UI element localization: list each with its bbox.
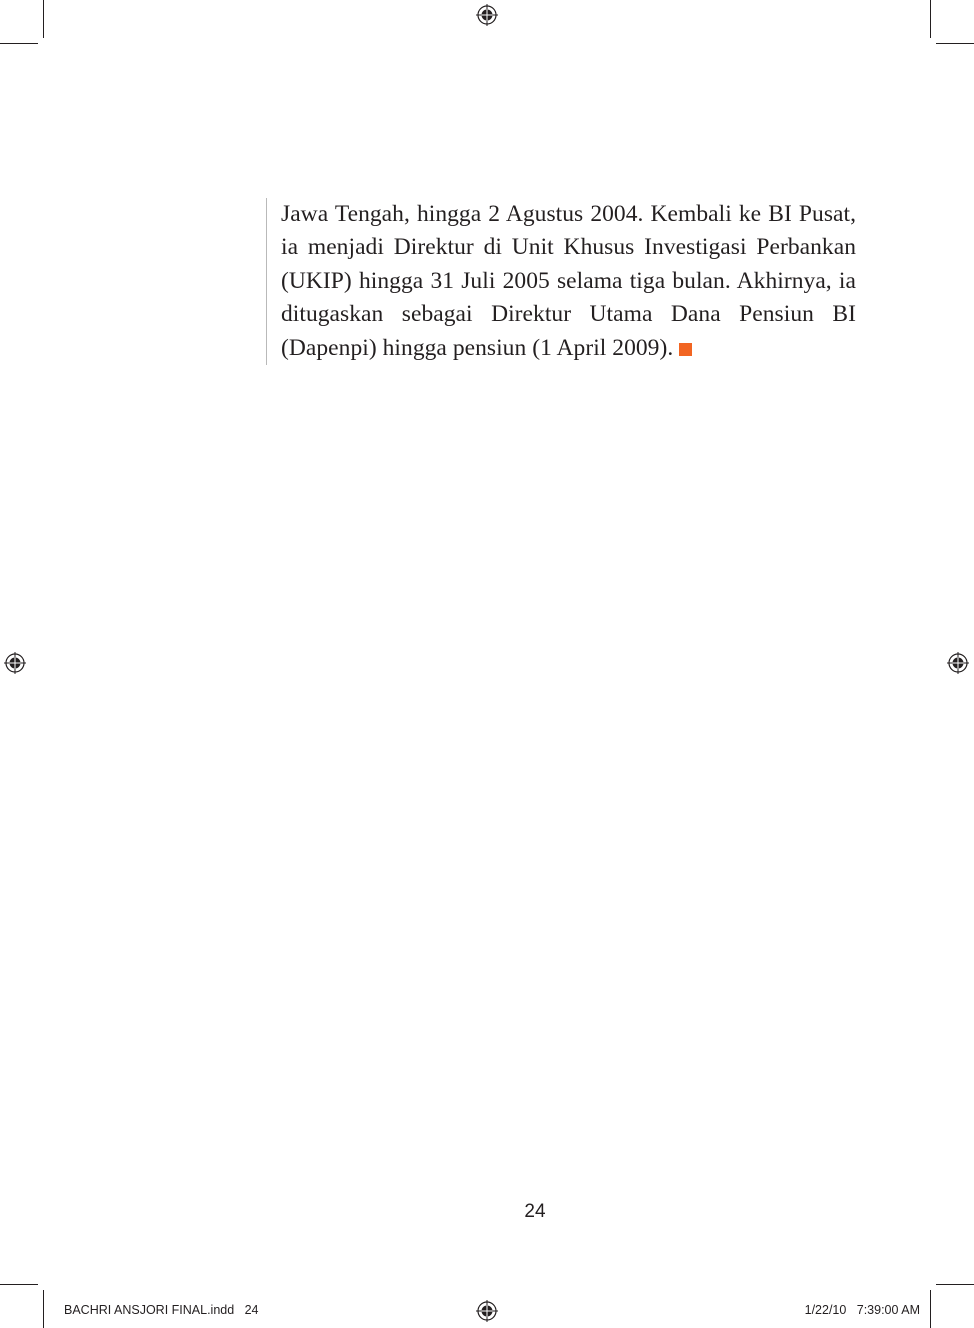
- crop-mark-top-right-horizontal: [936, 43, 974, 44]
- page-number: 24: [524, 1201, 546, 1222]
- crop-mark-top-left-horizontal: [0, 43, 38, 44]
- slug-date-time: 1/22/10 7:39:00 AM: [804, 1303, 920, 1317]
- paragraph-text: Jawa Tengah, hingga 2 Agustus 2004. Kemb…: [281, 201, 856, 361]
- registration-target-icon: [4, 652, 26, 674]
- crop-mark-bottom-right-vertical: [930, 1290, 931, 1328]
- registration-target-icon: [947, 652, 969, 674]
- orange-square-icon: [679, 342, 693, 356]
- crop-mark-bottom-left-horizontal: [0, 1284, 38, 1285]
- crop-mark-top-right-vertical: [930, 0, 931, 38]
- body-paragraph: Jawa Tengah, hingga 2 Agustus 2004. Kemb…: [281, 198, 856, 365]
- body-text-block: Jawa Tengah, hingga 2 Agustus 2004. Kemb…: [266, 198, 856, 366]
- crop-mark-top-left-vertical: [43, 0, 44, 38]
- crop-mark-bottom-right-horizontal: [936, 1284, 974, 1285]
- registration-target-icon: [476, 1300, 498, 1322]
- slug-file-info: BACHRI ANSJORI FINAL.indd 24: [64, 1303, 259, 1317]
- registration-target-icon: [476, 4, 498, 26]
- crop-mark-bottom-left-vertical: [43, 1290, 44, 1328]
